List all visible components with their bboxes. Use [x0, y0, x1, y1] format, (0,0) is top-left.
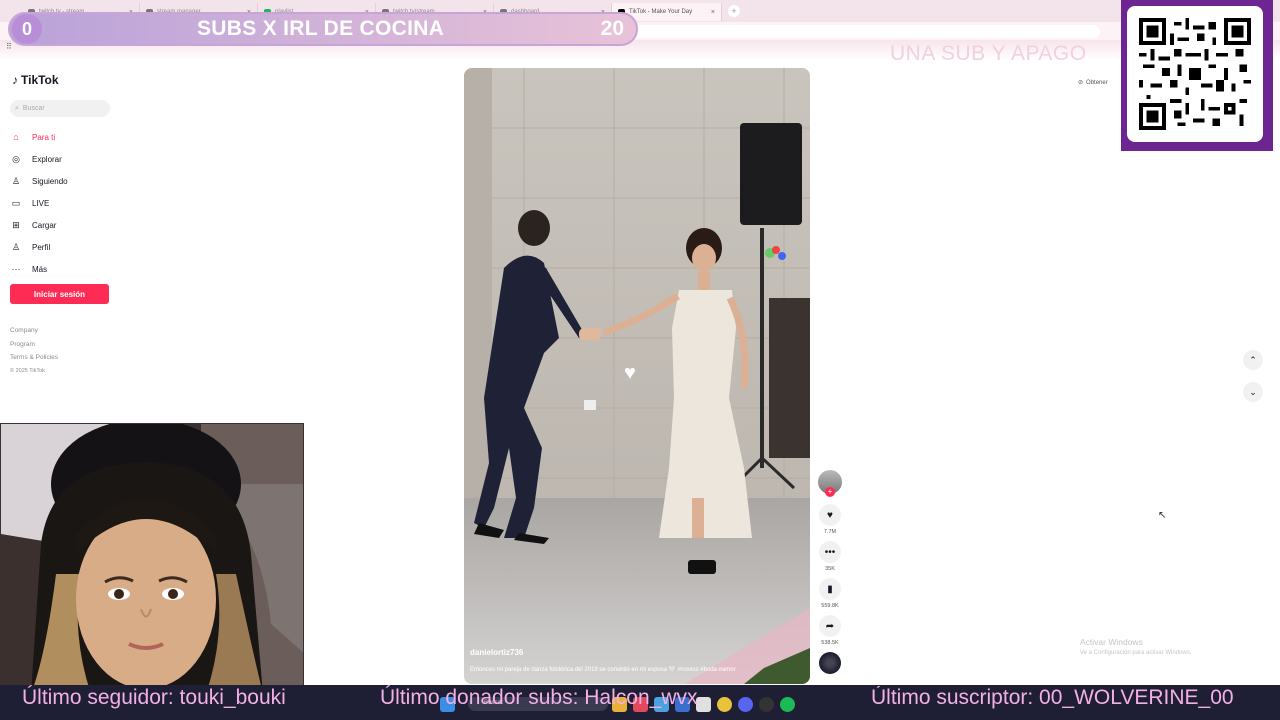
sidebar-item-label: Siguiendo: [32, 176, 68, 186]
footer-link-program[interactable]: Program: [10, 338, 58, 352]
like-count: 7.7M: [823, 529, 837, 535]
obs-icon[interactable]: [759, 697, 774, 712]
heart-icon: ♥: [827, 509, 833, 521]
home-icon: ⌂: [13, 132, 19, 142]
search-icon: ⌕: [15, 104, 19, 112]
video-frame-image: [464, 68, 810, 684]
sidebar-item-live[interactable]: ▭ LIVE: [10, 192, 120, 214]
like-button[interactable]: ♥: [819, 504, 841, 526]
save-button[interactable]: ▮: [819, 578, 841, 600]
more-icon: ···: [11, 264, 21, 274]
windows-activation-watermark: Activar Windows Ve a Configuración para …: [1080, 637, 1191, 659]
goal-target: 20: [600, 17, 624, 40]
get-app-label: Obtener: [1086, 79, 1108, 86]
app-icon[interactable]: [696, 697, 711, 712]
sidebar-item-label: Para ti: [32, 132, 56, 142]
bookmark-icon: ▮: [827, 583, 833, 595]
app-icon: ⊘: [1078, 80, 1084, 86]
sidebar-item-cargar[interactable]: ⊞ Cargar: [10, 214, 120, 236]
chevron-up-icon: ⌃: [1249, 354, 1257, 365]
video-player[interactable]: ♥ danielortiz736 Entonces mi pareja de d…: [464, 68, 810, 684]
qr-code-panel: [1121, 0, 1273, 151]
chrome-icon[interactable]: [717, 697, 732, 712]
heart-animation-icon: ♥: [624, 362, 636, 384]
sub-goal-bar: 0 SUBS X IRL DE COCINA 20: [8, 12, 638, 46]
comment-button[interactable]: •••: [819, 541, 841, 563]
webcam-feed: [0, 423, 304, 693]
mouse-cursor-icon: ↖: [1158, 510, 1167, 521]
watermark-title: Activar Windows: [1080, 637, 1143, 647]
tiktok-logo[interactable]: ♪ TikTok: [12, 73, 59, 87]
tab-title: TikTok - Make Your Day: [629, 9, 693, 15]
sidebar-nav: ⌂ Para ti ◎ Explorar ♙ Siguiendo ▭ LIVE ⊞ Car…: [10, 126, 120, 280]
share-action: ➦ 538.5K: [814, 615, 846, 646]
follow-plus-icon[interactable]: +: [825, 487, 835, 497]
footer-link-company[interactable]: Company: [10, 324, 58, 338]
new-tab-button[interactable]: +: [728, 5, 740, 17]
sidebar-item-para-ti[interactable]: ⌂ Para ti: [10, 126, 120, 148]
next-video-button[interactable]: ⌄: [1243, 382, 1263, 402]
webcam-image: [1, 424, 303, 692]
login-button[interactable]: Iniciar sesión: [10, 284, 109, 304]
copyright: © 2025 TikTok: [10, 367, 45, 374]
plus-box-icon: ⊞: [12, 219, 20, 230]
share-count: 538.5K: [821, 640, 839, 646]
video-actions: + ♥ 7.7M ••• 35K ▮ 559.8K ➦ 538.5K: [814, 470, 846, 674]
tiktok-wordmark: TikTok: [21, 73, 59, 87]
footer-link-terms[interactable]: Terms & Policies: [10, 351, 58, 365]
share-button[interactable]: ➦: [819, 615, 841, 637]
last-donor-text: Último donador subs: Halcon_wvx: [380, 686, 698, 709]
watermark-subtitle: Ve a Configuración para activar Windows.: [1080, 650, 1192, 656]
sidebar-item-label: Explorar: [32, 154, 62, 164]
search-input[interactable]: ⌕ Buscar: [10, 100, 110, 117]
qr-code-image: [1139, 18, 1251, 130]
overlay-corner-text: UNA SUB Y APAGO: [890, 42, 1087, 65]
get-app-button[interactable]: ⊘ Obtener: [1078, 79, 1108, 87]
chevron-down-icon: ⌄: [1249, 386, 1257, 397]
creator-avatar[interactable]: +: [818, 470, 842, 497]
sidebar-item-label: Más: [32, 264, 48, 274]
goal-title: SUBS X IRL DE COCINA: [197, 17, 445, 40]
screen: twitch.tv - stream× stream manager× play…: [0, 0, 1280, 720]
sidebar-item-label: Cargar: [32, 220, 57, 230]
spotify-icon[interactable]: [780, 697, 795, 712]
share-arrow-icon: ➦: [825, 620, 835, 632]
sidebar-item-explorar[interactable]: ◎ Explorar: [10, 148, 120, 170]
video-username[interactable]: danielortiz736: [470, 648, 523, 657]
profile-icon: ♙: [11, 241, 21, 252]
sidebar-item-mas[interactable]: ··· Más: [10, 258, 120, 280]
last-subscriber-text: Último suscriptor: 00_WOLVERINE_00: [871, 686, 1234, 709]
sidebar-item-label: LIVE: [32, 198, 50, 208]
last-follower-text: Último seguidor: touki_bouki: [22, 686, 286, 709]
goal-current-count: 0: [12, 14, 42, 44]
save-action: ▮ 559.8K: [814, 578, 846, 609]
search-placeholder: Buscar: [22, 105, 45, 112]
music-disc-icon[interactable]: [819, 652, 841, 674]
comment-count: 35K: [825, 566, 835, 572]
previous-video-button[interactable]: ⌃: [1243, 350, 1263, 370]
comment-icon: •••: [824, 546, 836, 558]
close-tab-icon[interactable]: ×: [711, 9, 715, 16]
compass-icon: ◎: [12, 153, 20, 164]
sidebar-item-siguiendo[interactable]: ♙ Siguiendo: [10, 170, 120, 192]
user-icon: ♙: [11, 175, 21, 186]
discord-icon[interactable]: [738, 697, 753, 712]
sidebar-footer: Company Program Terms & Policies © 2025 …: [10, 324, 58, 378]
comment-action: ••• 35K: [814, 541, 846, 572]
like-action: ♥ 7.7M: [814, 504, 846, 535]
live-icon: ▭: [11, 197, 21, 208]
tiktok-note-icon: ♪: [12, 73, 18, 87]
grid-menu-icon[interactable]: ⠿: [6, 42, 12, 51]
sidebar-item-perfil[interactable]: ♙ Perfil: [10, 236, 120, 258]
video-description: Entonces mi pareja de danza folclórica d…: [470, 667, 736, 673]
save-count: 559.8K: [821, 603, 839, 609]
sidebar-item-label: Perfil: [32, 242, 51, 252]
